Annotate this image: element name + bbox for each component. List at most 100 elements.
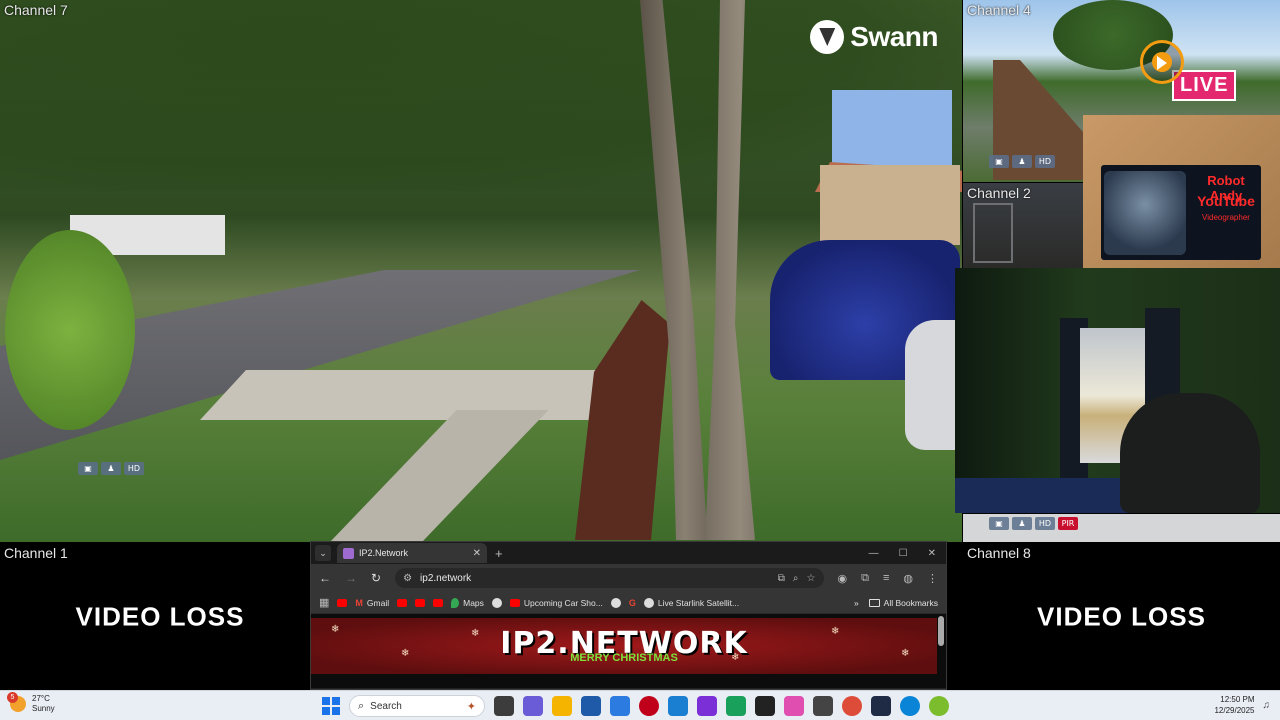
hd-badge: HD bbox=[124, 462, 144, 475]
motion-icon: ♟ bbox=[101, 462, 121, 475]
new-tab-button[interactable]: + bbox=[495, 546, 503, 561]
webcam-overlay bbox=[955, 268, 1280, 513]
channel-strip: ▣ ♟ HD PIR bbox=[963, 514, 1280, 542]
google-bookmark-icon[interactable]: G bbox=[629, 598, 636, 608]
bookmark-gmail[interactable]: M Gmail bbox=[355, 598, 389, 608]
search-placeholder: Search bbox=[370, 700, 402, 712]
bookmark-maps[interactable]: Maps bbox=[451, 597, 484, 608]
channel-label: Channel 8 bbox=[967, 545, 1031, 561]
tab-bar: ⌄ IP2.Network ✕ + — ☐ ✕ bbox=[311, 542, 946, 564]
motion-icon: ♟ bbox=[1012, 155, 1032, 168]
robot-face-image bbox=[1104, 171, 1186, 255]
task-view-icon[interactable] bbox=[494, 696, 514, 716]
address-bar[interactable]: ⚙ ip2.network ⧉ ⌕ ☆ bbox=[395, 568, 824, 588]
app-icon[interactable] bbox=[784, 696, 804, 716]
maximize-button[interactable]: ☐ bbox=[899, 548, 908, 559]
more-bookmarks-button[interactable]: » bbox=[854, 598, 859, 608]
promo-line-2: YouTube bbox=[1197, 193, 1255, 209]
site-favicon-icon bbox=[343, 547, 354, 559]
file-explorer-icon[interactable] bbox=[552, 696, 572, 716]
bookmark-live-starlink[interactable]: Live Starlink Satellit... bbox=[643, 597, 739, 608]
gmail-icon: M bbox=[355, 597, 363, 608]
system-tray: 12:50 PM 12/29/2025 ♫ bbox=[1214, 694, 1270, 716]
apps-grid-icon[interactable]: ▦ bbox=[319, 596, 329, 609]
folder-icon bbox=[868, 598, 880, 607]
all-bookmarks-button[interactable]: All Bookmarks bbox=[868, 598, 938, 608]
reload-button[interactable]: ↻ bbox=[371, 571, 381, 585]
app-icon[interactable] bbox=[668, 696, 688, 716]
close-tab-icon[interactable]: ✕ bbox=[473, 548, 481, 559]
browser-window[interactable]: ⌄ IP2.Network ✕ + — ☐ ✕ ← → ↻ ⚙ ip2.netw… bbox=[310, 541, 947, 690]
install-icon[interactable]: ⧉ bbox=[778, 573, 785, 584]
person-silhouette bbox=[1120, 393, 1260, 513]
app-icon[interactable] bbox=[581, 696, 601, 716]
youtube-bookmark-icon[interactable] bbox=[337, 598, 348, 607]
app-icon[interactable] bbox=[697, 696, 717, 716]
weather-badge: 5 bbox=[7, 692, 18, 703]
site-info-icon[interactable]: ⚙ bbox=[403, 573, 412, 584]
forward-button[interactable]: → bbox=[345, 571, 357, 585]
hd-badge: HD bbox=[1035, 155, 1055, 168]
promo-overlay: Robot Andy YouTube Videographer bbox=[1083, 115, 1280, 268]
channel-label: Channel 7 bbox=[4, 2, 68, 18]
bookmarks-right: » All Bookmarks bbox=[854, 598, 938, 608]
live-text: LIVE bbox=[1172, 70, 1237, 101]
app-icon[interactable] bbox=[610, 696, 630, 716]
channel-label: Channel 1 bbox=[4, 545, 68, 561]
search-icon: ⌕ bbox=[358, 699, 365, 712]
channel-1-feed[interactable]: Channel 1 VIDEO LOSS bbox=[0, 543, 320, 690]
media-icon[interactable]: ≡ bbox=[883, 572, 889, 584]
close-window-button[interactable]: ✕ bbox=[928, 548, 936, 559]
date: 12/29/2025 bbox=[1214, 706, 1255, 715]
clock[interactable]: 12:50 PM 12/29/2025 bbox=[1214, 694, 1254, 716]
channel-2-feed[interactable]: Channel 2 bbox=[963, 183, 1083, 268]
bush bbox=[5, 230, 135, 430]
extension-icon[interactable]: ◉ bbox=[838, 572, 848, 585]
weather-condition: Sunny bbox=[32, 704, 55, 713]
app-icon[interactable] bbox=[813, 696, 833, 716]
profile-icon[interactable]: ◍ bbox=[903, 572, 913, 585]
site-bookmark-icon[interactable] bbox=[491, 597, 502, 608]
app-icon[interactable] bbox=[871, 696, 891, 716]
scrollbar[interactable] bbox=[938, 616, 944, 646]
app-icon[interactable] bbox=[755, 696, 775, 716]
back-button[interactable]: ← bbox=[319, 571, 331, 585]
brand-text: Swann bbox=[850, 21, 938, 52]
chrome-icon[interactable] bbox=[842, 696, 862, 716]
taskbar-search[interactable]: ⌕ Search ✦ bbox=[349, 695, 485, 717]
weather-widget[interactable]: 5 27°C Sunny bbox=[7, 692, 55, 714]
bookmark-upcoming-car-shows[interactable]: Upcoming Car Sho... bbox=[509, 598, 603, 608]
hd-badge: HD bbox=[1035, 517, 1055, 530]
app-icon[interactable] bbox=[726, 696, 746, 716]
house-right bbox=[820, 165, 960, 245]
channel-8-feed[interactable]: Channel 8 VIDEO LOSS bbox=[963, 543, 1280, 690]
promo-card: Robot Andy YouTube Videographer bbox=[1101, 165, 1261, 260]
record-app-icon[interactable] bbox=[639, 696, 659, 716]
promo-line-3: Videographer bbox=[1202, 213, 1250, 222]
site-bookmark-icon[interactable] bbox=[610, 597, 621, 608]
page-content: ❄ ❄ ❄ ❄ ❄ ❄ IP2.NETWORK MERRY CHRISTMAS bbox=[311, 614, 946, 688]
tab-search-button[interactable]: ⌄ bbox=[315, 545, 331, 561]
edge-icon[interactable] bbox=[900, 696, 920, 716]
channel-7-feed[interactable]: Channel 7 Swann ▣ ♟ HD bbox=[0, 0, 962, 542]
app-icon[interactable] bbox=[523, 696, 543, 716]
youtube-bookmark-icon[interactable] bbox=[433, 598, 444, 607]
zoom-icon[interactable]: ⌕ bbox=[793, 573, 799, 584]
youtube-bookmark-icon[interactable] bbox=[397, 598, 408, 607]
menu-icon[interactable]: ⋮ bbox=[927, 572, 938, 585]
notification-bell-icon[interactable]: ♫ bbox=[1263, 700, 1271, 711]
app-icon[interactable] bbox=[929, 696, 949, 716]
youtube-bookmark-icon[interactable] bbox=[415, 598, 426, 607]
banner-subtitle: MERRY CHRISTMAS bbox=[570, 652, 678, 664]
browser-tab[interactable]: IP2.Network ✕ bbox=[337, 543, 487, 563]
time: 12:50 PM bbox=[1220, 695, 1255, 704]
minimize-button[interactable]: — bbox=[869, 548, 879, 559]
status-icons: ▣ ♟ HD bbox=[989, 155, 1055, 168]
shelf bbox=[973, 203, 1013, 263]
temperature: 27°C bbox=[32, 694, 50, 703]
start-button[interactable] bbox=[322, 697, 340, 715]
search-highlight-icon: ✦ bbox=[466, 700, 476, 713]
extensions-puzzle-icon[interactable]: ⧉ bbox=[861, 572, 869, 585]
channel-label: Channel 2 bbox=[967, 185, 1031, 201]
star-icon[interactable]: ☆ bbox=[807, 573, 816, 584]
